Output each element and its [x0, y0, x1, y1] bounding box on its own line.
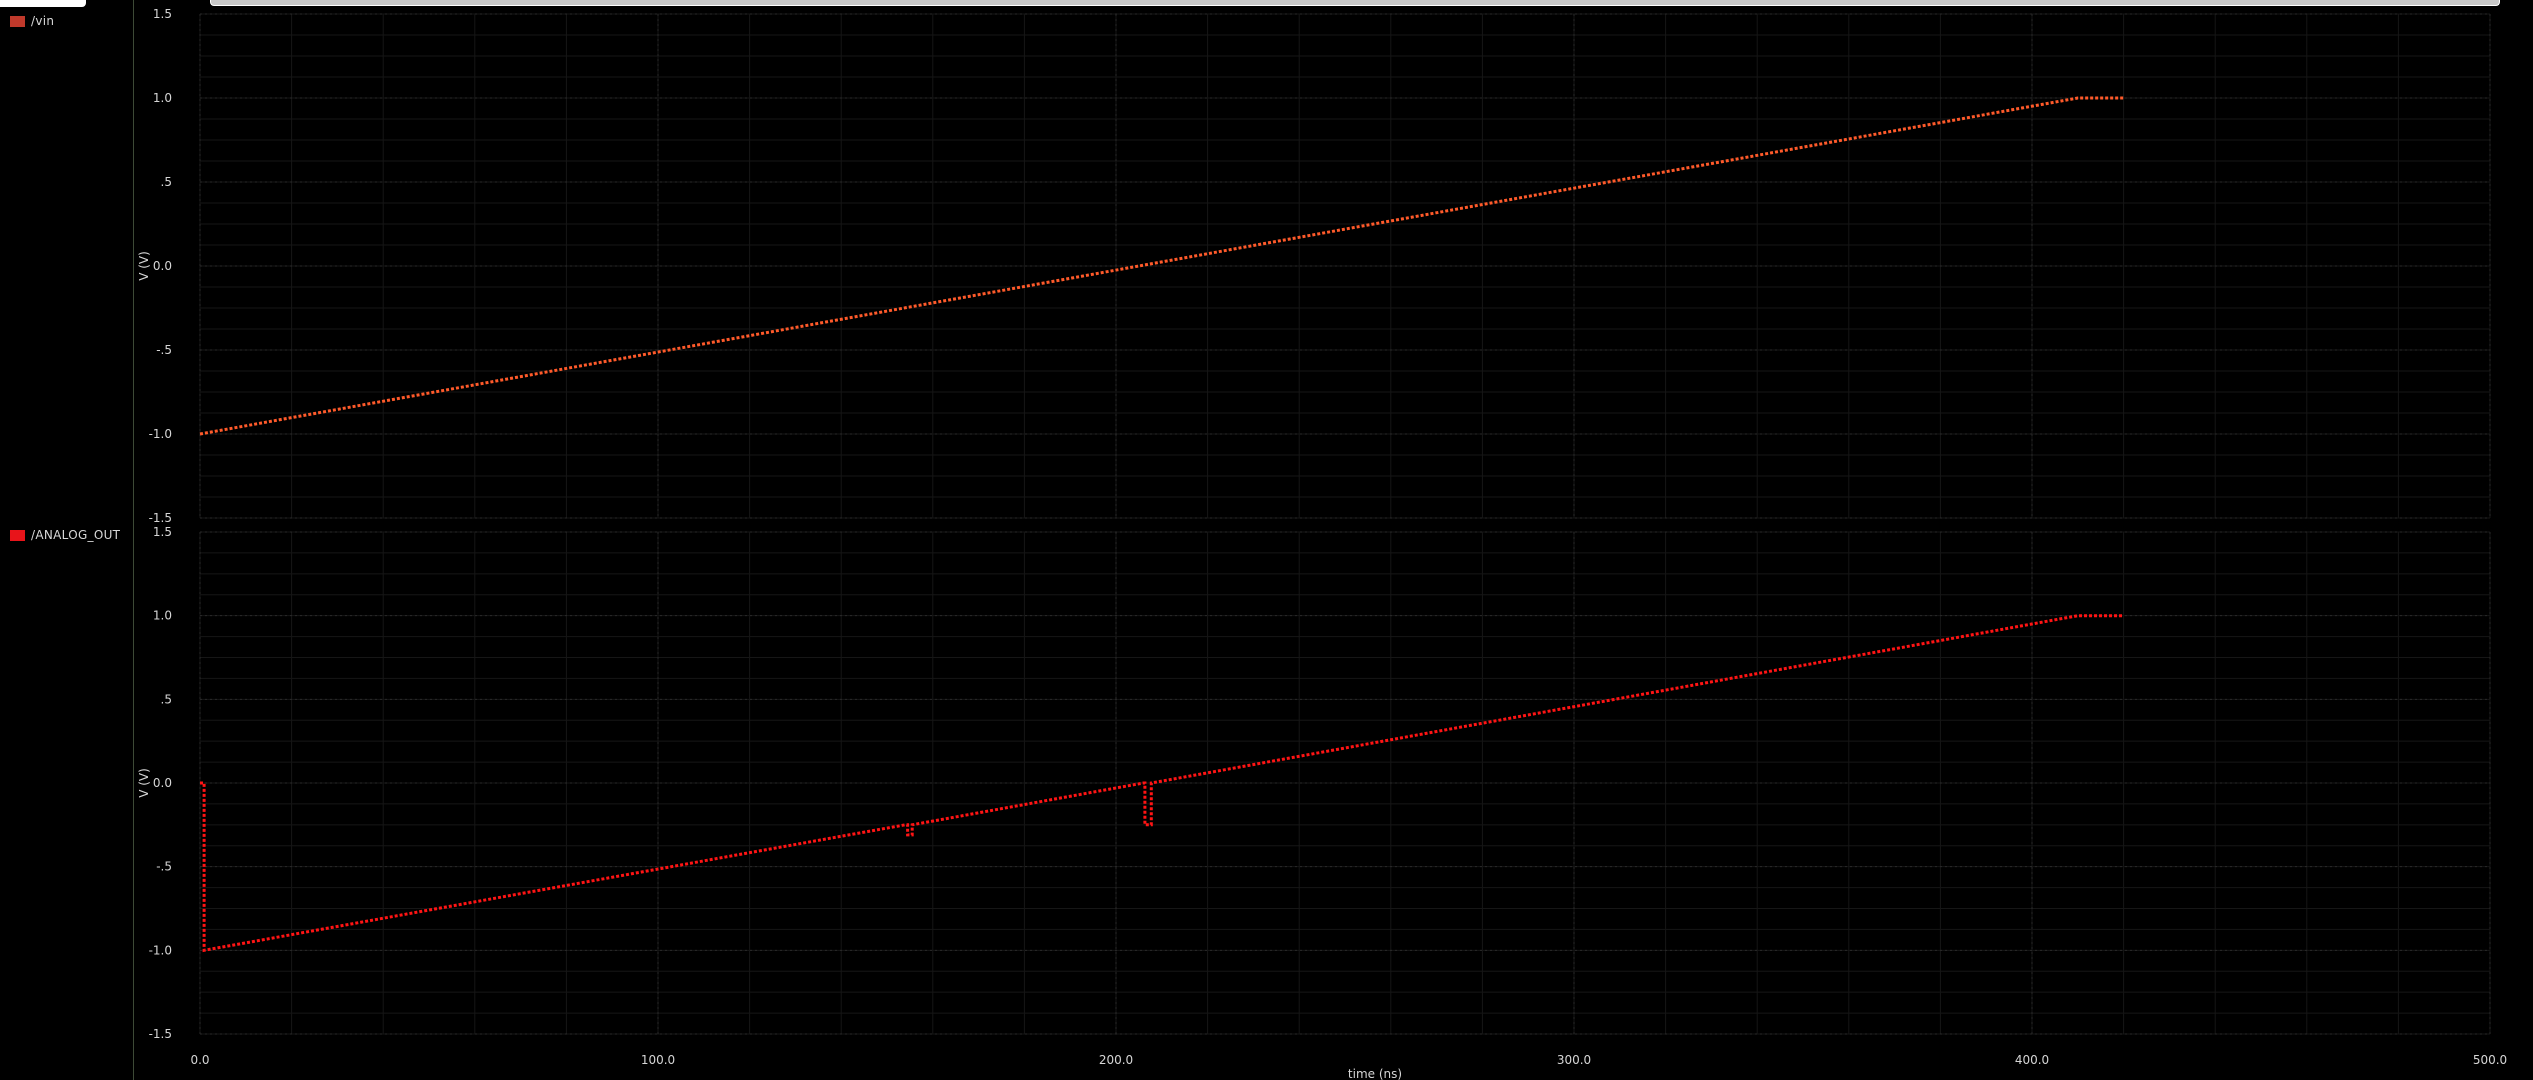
y-tick-label: -.5 [156, 860, 172, 874]
x-tick-label: 500.0 [2473, 1053, 2507, 1067]
waveform-plot: 1.5 1.0 .5 0.0 -.5 -1.0 -1.5 V (V) 1.5 1.0 .5 0.0 -.… [137, 7, 2507, 1080]
x-tick-label: 300.0 [1557, 1053, 1591, 1067]
y-tick-label: 1.5 [153, 7, 172, 21]
y-axis-title: V (V) [137, 251, 151, 281]
y-tick-label: -1.0 [149, 943, 172, 957]
y-axis-title: V (V) [137, 768, 151, 798]
x-tick-label: 0.0 [190, 1053, 209, 1067]
y-tick-label: 1.0 [153, 609, 172, 623]
x-tick-label: 200.0 [1099, 1053, 1133, 1067]
y-tick-label: 1.0 [153, 91, 172, 105]
y-tick-label: -1.0 [149, 427, 172, 441]
y-tick-label: 0.0 [153, 776, 172, 790]
y-tick-label: -1.5 [149, 1027, 172, 1041]
y-tick-label: -.5 [156, 343, 172, 357]
y-tick-label: .5 [161, 692, 172, 706]
x-tick-label: 100.0 [641, 1053, 675, 1067]
y-tick-label: .5 [161, 175, 172, 189]
x-tick-label: 400.0 [2015, 1053, 2049, 1067]
x-axis-title: time (ns) [1348, 1067, 1402, 1080]
y-tick-label: -1.5 [149, 511, 172, 525]
y-tick-label: 1.5 [153, 525, 172, 539]
y-tick-label: 0.0 [153, 259, 172, 273]
